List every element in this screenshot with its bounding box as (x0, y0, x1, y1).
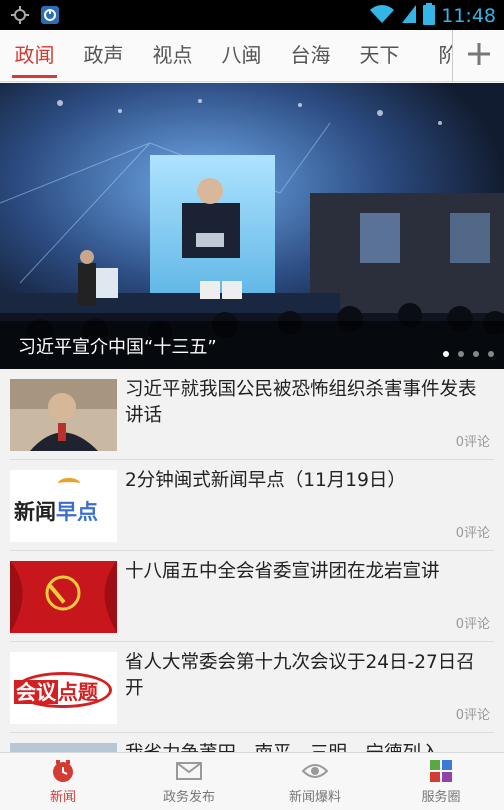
nav-label: 政务发布 (162, 790, 215, 805)
clock-icon (50, 760, 76, 782)
news-thumbnail: 新闻早点 (10, 470, 117, 542)
carousel-dot[interactable] (473, 351, 479, 357)
news-thumbnail: 会议 点题 (10, 652, 117, 724)
envelope-icon (176, 760, 202, 782)
tab-shidian[interactable]: 视点 (138, 30, 207, 82)
news-item[interactable]: 我省力争莆田、南平、三明、宁德列入 (10, 733, 494, 752)
nav-news[interactable]: 新闻 (0, 753, 126, 810)
gps-icon (10, 5, 30, 29)
tab-partial[interactable]: 阶 (414, 30, 453, 82)
apps-icon (428, 760, 454, 782)
logo-text: 点题 (58, 680, 98, 704)
tab-zhengwen[interactable]: 政闻 (0, 30, 69, 82)
app-notification-icon (40, 5, 60, 29)
nav-label: 服务圈 (421, 790, 461, 805)
carousel-dot[interactable] (488, 351, 494, 357)
tab-taihai[interactable]: 台海 (276, 30, 345, 82)
news-title: 十八届五中全会省委宣讲团在龙岩宣讲 (125, 561, 440, 582)
nav-services[interactable]: 服务圈 (378, 753, 504, 810)
comment-count: 0评论 (455, 435, 490, 450)
tab-zhengsheng[interactable]: 政声 (69, 30, 138, 82)
news-item[interactable]: 十八届五中全会省委宣讲团在龙岩宣讲 0评论 (10, 551, 494, 642)
news-title: 2分钟闽式新闻早点（11月19日） (125, 470, 406, 491)
news-item[interactable]: 会议 点题 省人大常委会第十九次会议于24日-27日召开 0评论 (10, 642, 494, 733)
logo-text: 新闻 (14, 500, 56, 524)
signal-icon (401, 4, 417, 28)
news-list: 习近平就我国公民被恐怖组织杀害事件发表讲话 0评论 新闻早点 2分钟闽式新闻早点… (0, 369, 504, 752)
battery-icon (423, 3, 436, 29)
logo-text: 早点 (56, 500, 98, 524)
news-item[interactable]: 新闻早点 2分钟闽式新闻早点（11月19日） 0评论 (10, 460, 494, 551)
news-thumbnail (10, 561, 117, 633)
plus-icon (467, 42, 491, 70)
news-thumbnail (10, 379, 117, 451)
wifi-icon (369, 4, 395, 28)
status-time: 11:48 (441, 5, 496, 27)
nav-label: 新闻爆料 (288, 790, 341, 805)
nav-tips[interactable]: 新闻爆料 (252, 753, 378, 810)
news-title: 我省力争莆田、南平、三明、宁德列入 (125, 741, 488, 752)
logo-text: 会议 (14, 680, 58, 704)
comment-count: 0评论 (455, 708, 490, 723)
news-thumbnail (10, 743, 117, 752)
category-tab-bar: 政闻 政声 视点 八闽 台海 天下 阶 (0, 30, 504, 82)
eye-icon (302, 760, 328, 782)
tab-bamin[interactable]: 八闽 (207, 30, 276, 82)
news-item[interactable]: 习近平就我国公民被恐怖组织杀害事件发表讲话 0评论 (10, 369, 494, 460)
bottom-navigation: 新闻 政务发布 新闻爆料 服务圈 (0, 752, 504, 810)
carousel-dot[interactable] (443, 351, 449, 357)
nav-label: 新闻 (49, 790, 76, 805)
news-title: 省人大常委会第十九次会议于24日-27日召开 (125, 652, 475, 699)
tab-tianxia[interactable]: 天下 (345, 30, 414, 82)
nav-government[interactable]: 政务发布 (126, 753, 252, 810)
news-title: 习近平就我国公民被恐怖组织杀害事件发表讲话 (125, 379, 477, 426)
status-bar: 11:48 (0, 0, 504, 30)
add-tab-button[interactable] (452, 30, 504, 82)
carousel-dot[interactable] (458, 351, 464, 357)
comment-count: 0评论 (455, 526, 490, 541)
comment-count: 0评论 (455, 617, 490, 632)
hero-caption: 习近平宣介中国“十三五” (18, 337, 217, 358)
hero-banner[interactable]: 习近平宣介中国“十三五” (0, 83, 504, 369)
carousel-indicator (443, 351, 494, 357)
